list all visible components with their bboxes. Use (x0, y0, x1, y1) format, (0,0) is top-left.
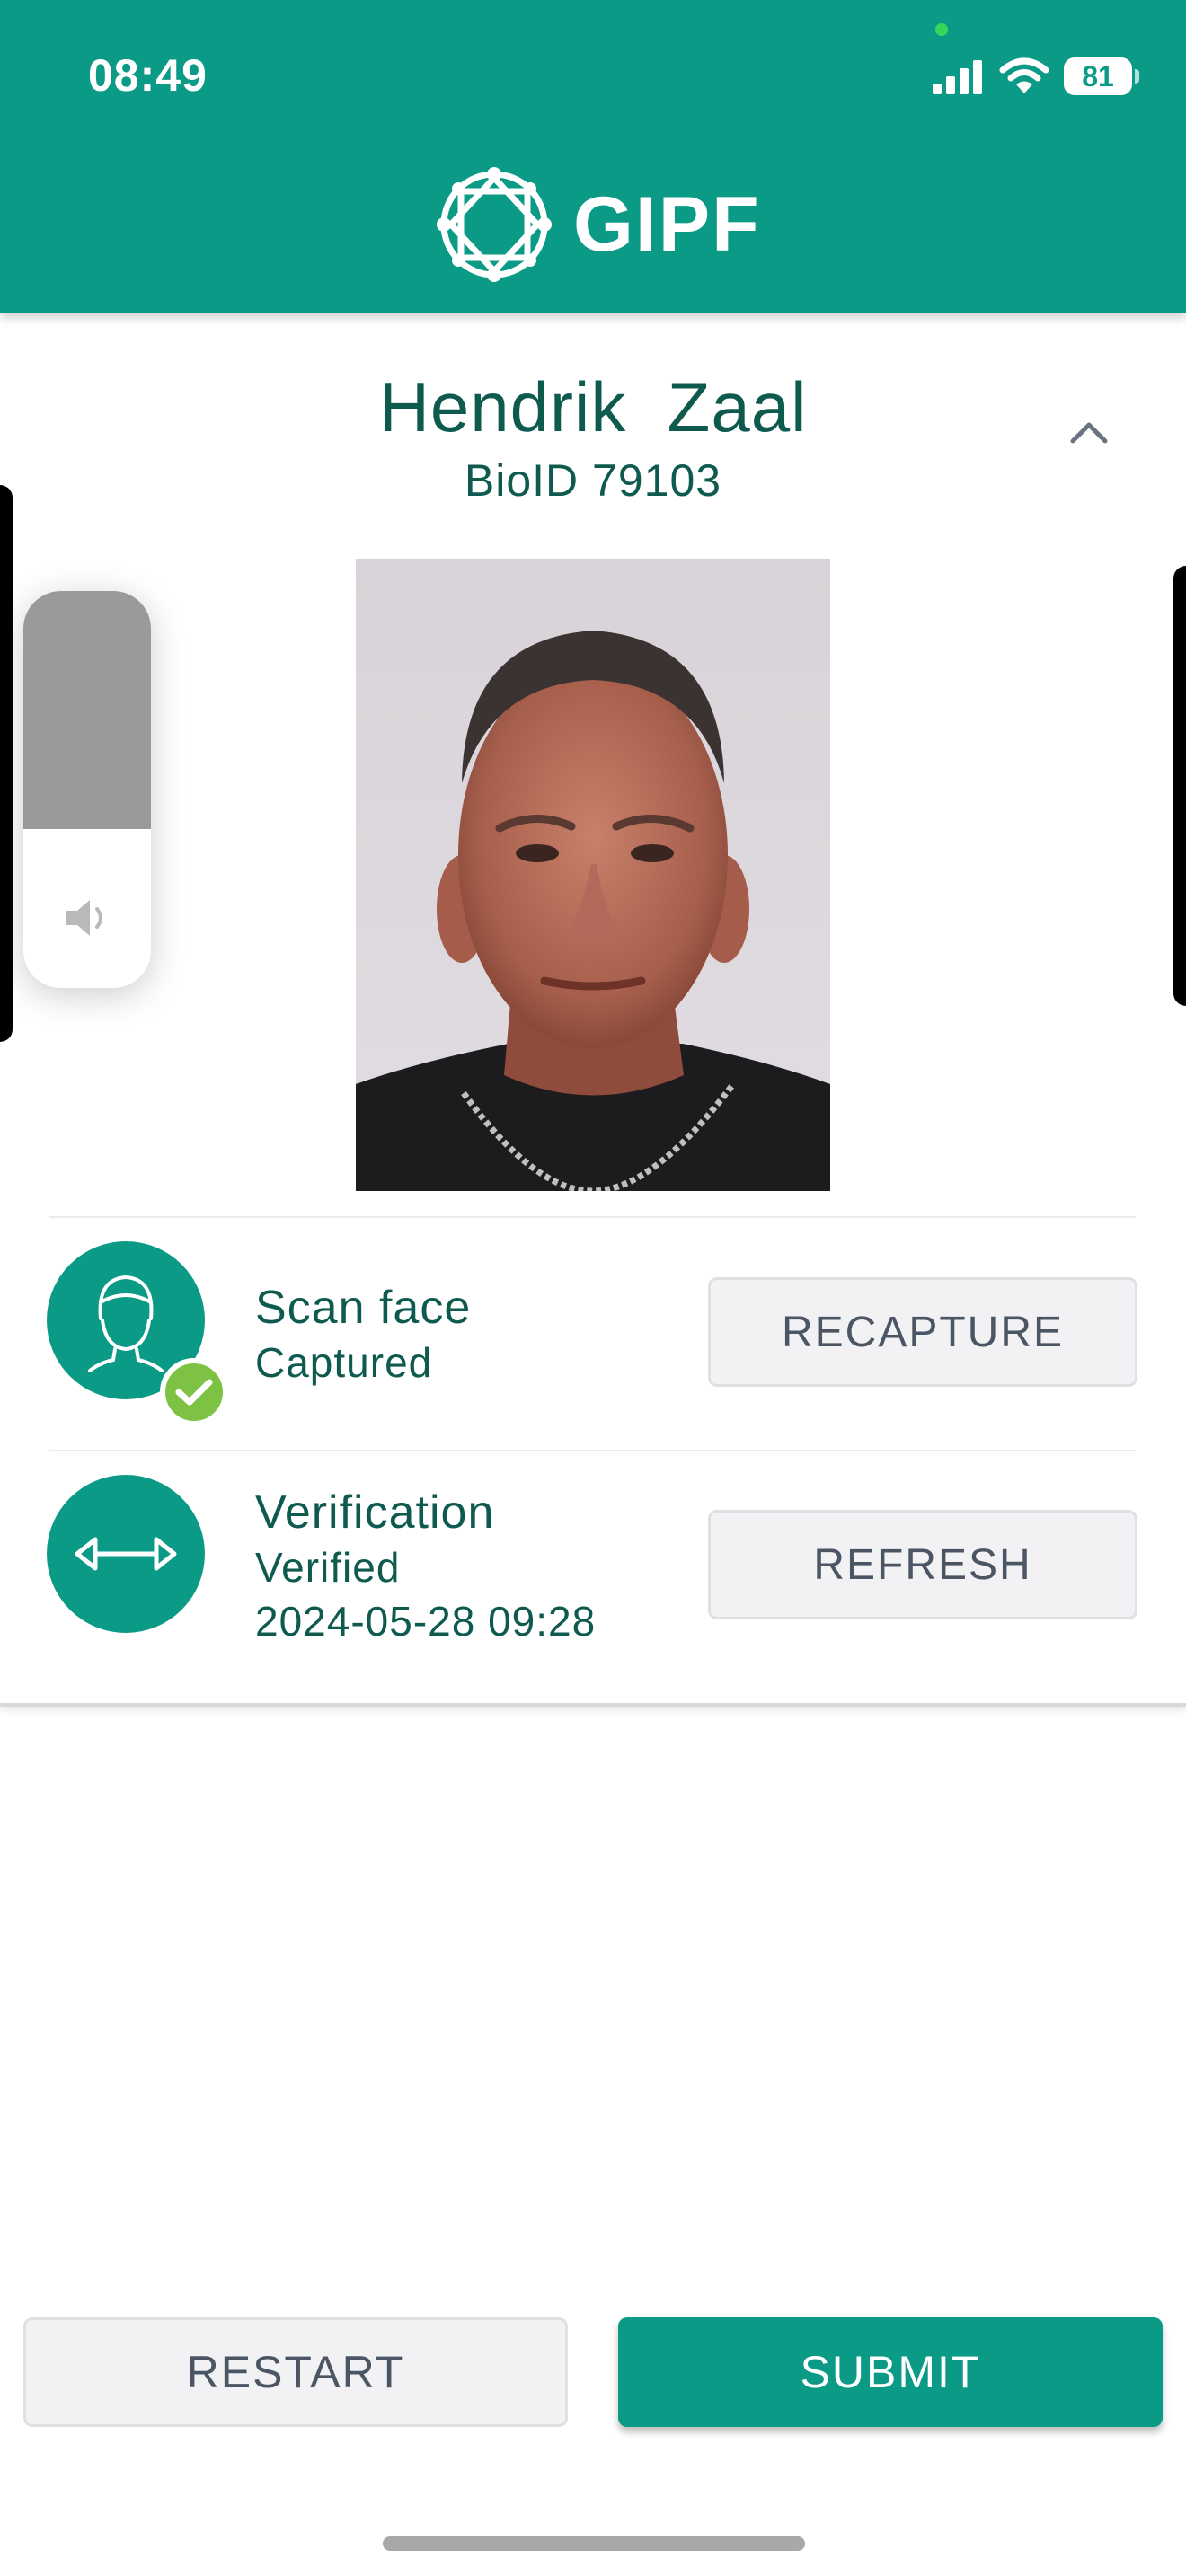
brand-name: GIPF (573, 181, 761, 268)
verification-title: Verification (255, 1486, 495, 1539)
speaker-icon (66, 900, 102, 936)
divider (49, 1450, 1136, 1451)
volume-level-fill (23, 591, 151, 829)
recapture-button[interactable]: RECAPTURE (708, 1277, 1137, 1387)
divider (49, 1216, 1136, 1218)
verification-timestamp: 2024-05-28 09:28 (255, 1598, 597, 1645)
portrait-photo (356, 559, 830, 1191)
check-icon (160, 1358, 228, 1426)
scan-face-title: Scan face (255, 1282, 472, 1334)
bio-id: BioID 79103 (464, 455, 722, 506)
screen-edge-right (1173, 566, 1186, 1006)
submit-button[interactable]: SUBMIT (618, 2317, 1163, 2427)
status-time: 08:49 (88, 50, 208, 101)
wifi-icon (999, 57, 1049, 93)
volume-indicator (23, 591, 151, 988)
scan-face-status: Captured (255, 1339, 433, 1386)
applicant-card: Hendrik Zaal BioID 79103 Scan face Captu… (0, 313, 1186, 1707)
restart-button[interactable]: RESTART (23, 2317, 568, 2427)
verification-status: Verified (255, 1544, 401, 1591)
battery-icon: 81 (1064, 57, 1139, 95)
person-name: Hendrik Zaal (378, 367, 808, 446)
refresh-button[interactable]: REFRESH (708, 1510, 1137, 1619)
app-header: 08:49 81 GIPF (0, 0, 1186, 313)
double-arrow-icon (75, 1537, 177, 1571)
home-indicator[interactable] (383, 2536, 805, 2551)
privacy-indicator-dot (935, 23, 948, 36)
battery-level: 81 (1082, 59, 1114, 93)
chevron-up-icon[interactable] (1069, 419, 1109, 446)
brand-logo: GIPF (431, 162, 761, 287)
screen-edge-left (0, 485, 13, 1042)
face-outline-icon (88, 1275, 164, 1372)
cellular-signal-icon (933, 60, 982, 94)
verification-step-icon (47, 1475, 205, 1633)
status-icons: 81 (931, 54, 1139, 99)
diamond-ring-logo-icon (437, 167, 552, 282)
